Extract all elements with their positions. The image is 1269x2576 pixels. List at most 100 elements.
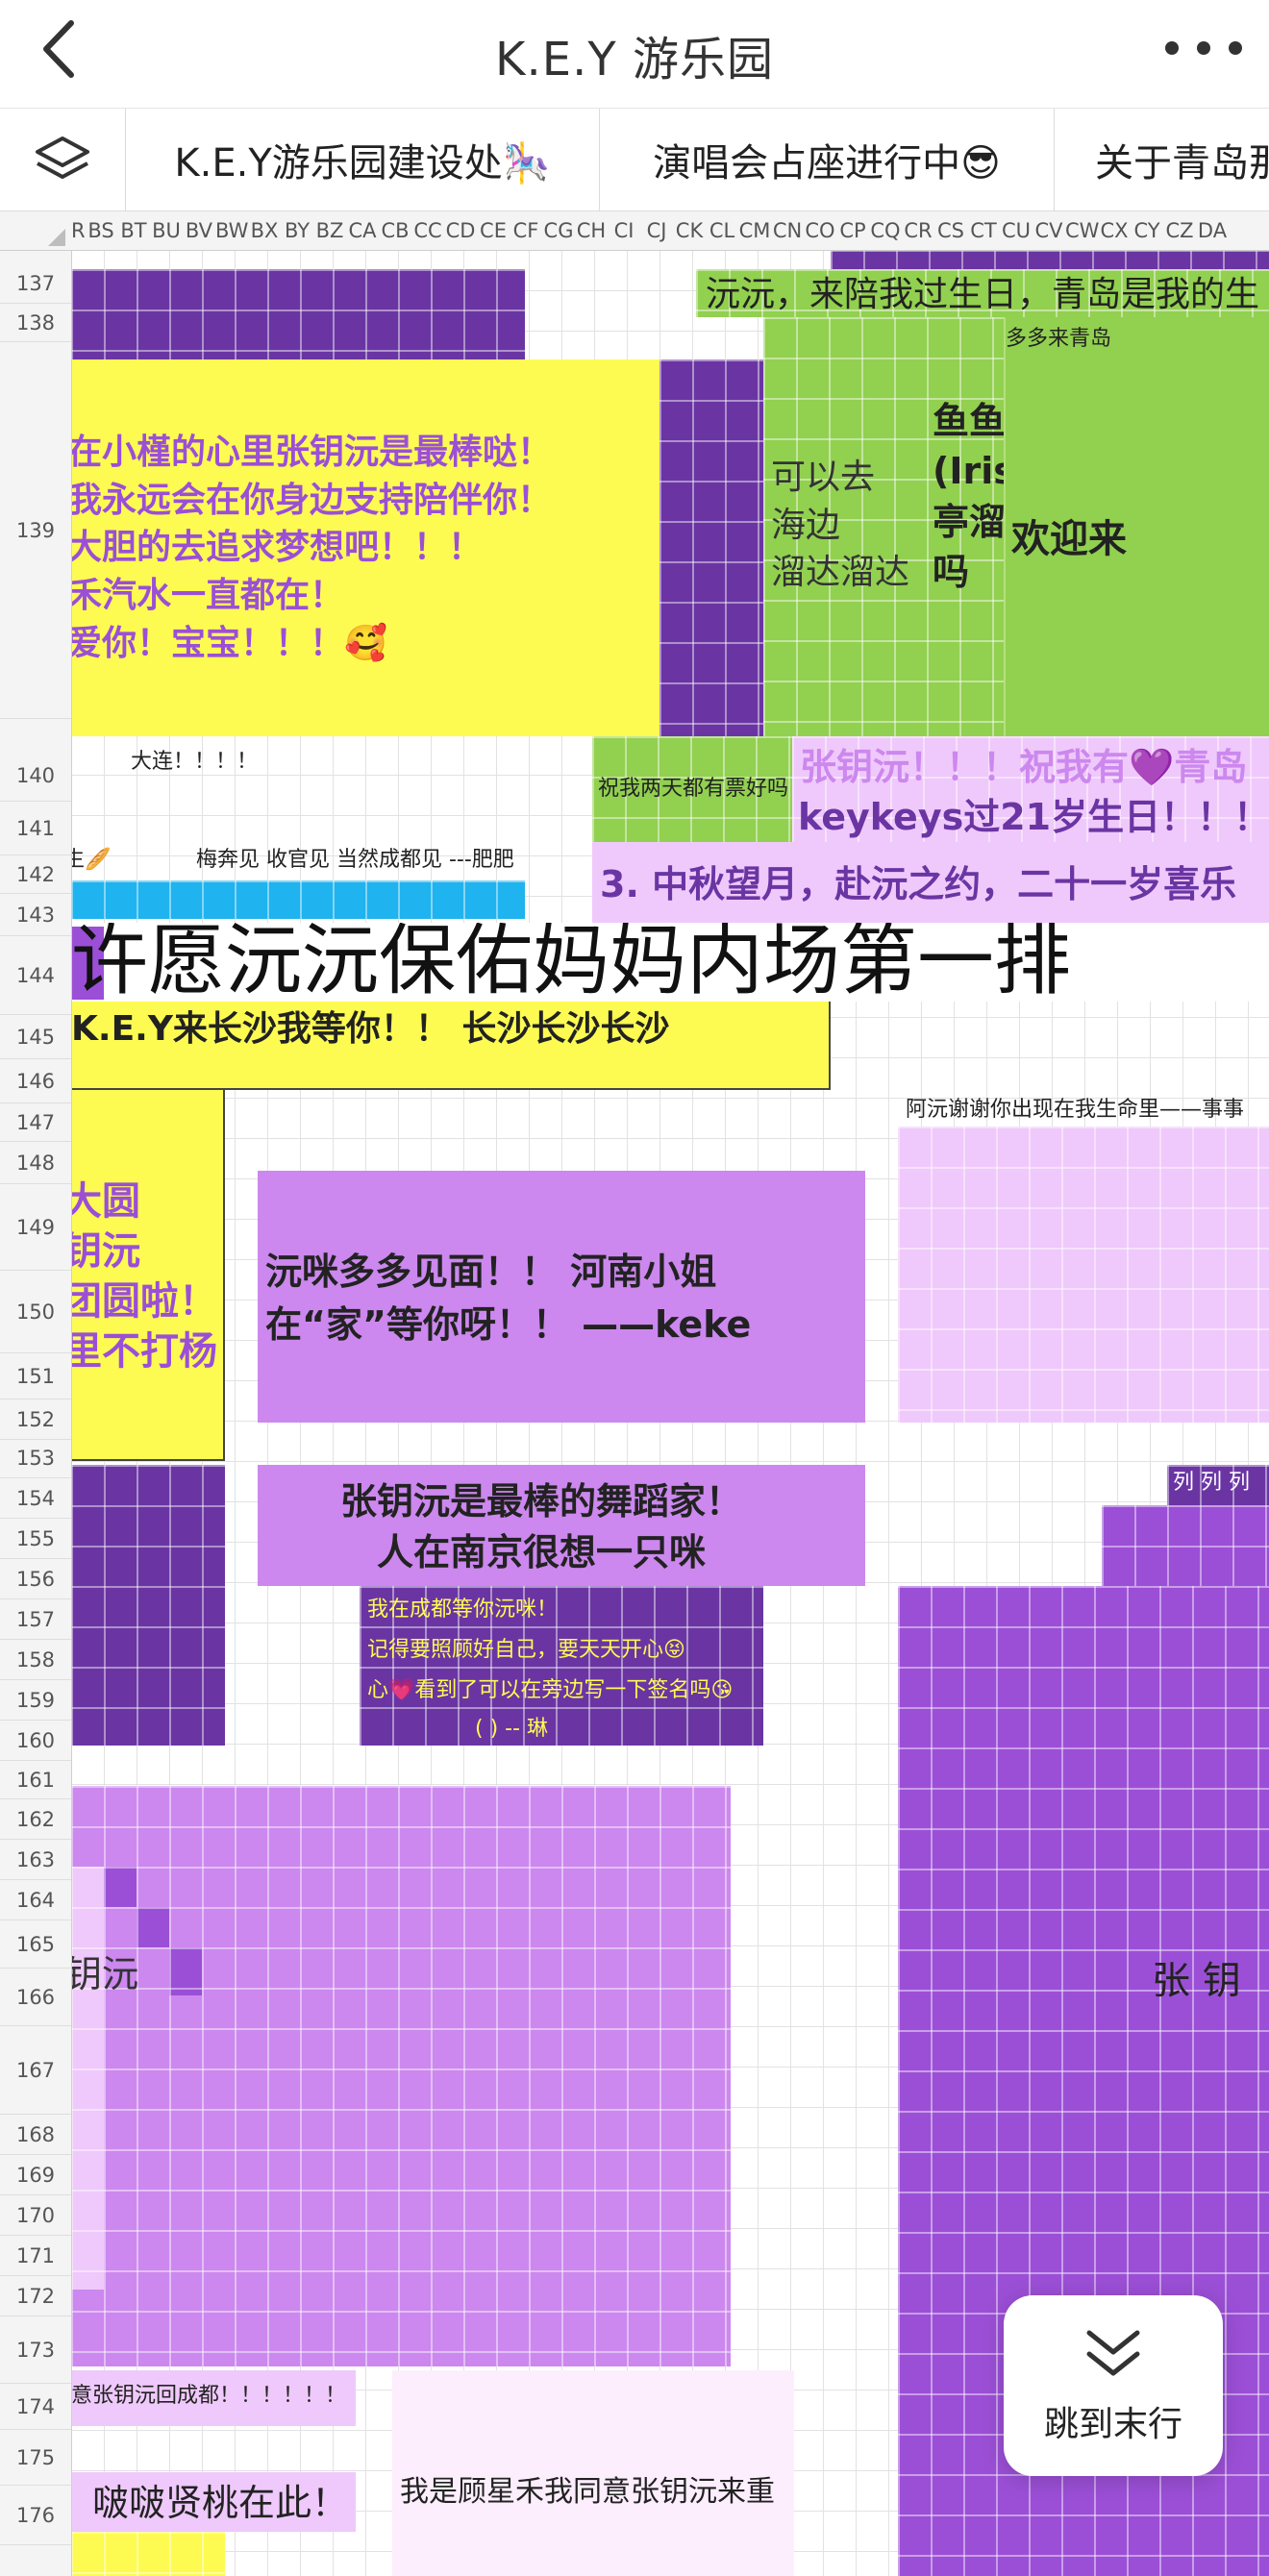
column-label[interactable]: DA — [1196, 211, 1229, 250]
column-label[interactable]: CT — [967, 211, 1000, 250]
column-label[interactable]: CF — [510, 211, 542, 250]
row-label[interactable]: 164 — [0, 1880, 71, 1920]
cell-block-blue[interactable] — [71, 880, 525, 919]
column-label[interactable]: CE — [477, 211, 510, 250]
cell-block-yellow[interactable]: 在小槿的心里张钥沅是最棒哒！ 我永远会在你身边支持陪伴你！ 大胆的去追求梦想吧！… — [71, 359, 659, 736]
row-label[interactable]: 161 — [0, 1761, 71, 1799]
more-options-icon[interactable] — [1165, 19, 1242, 77]
row-label[interactable]: 143 — [0, 894, 71, 936]
cell-block-purple[interactable]: 沅咪多多见面！！ 河南小姐 在“家”等你呀！！ ——keke — [258, 1171, 865, 1423]
cell-block-purple[interactable]: 钥沅 — [71, 1786, 731, 2366]
row-label[interactable]: 148 — [0, 1142, 71, 1184]
row-label[interactable]: 153 — [0, 1438, 71, 1478]
column-label[interactable]: CU — [1000, 211, 1033, 250]
row-label[interactable]: 144 — [0, 936, 71, 1015]
row-label[interactable]: 147 — [0, 1103, 71, 1142]
column-label[interactable]: BZ — [313, 211, 346, 250]
column-label[interactable]: CO — [804, 211, 836, 250]
row-label[interactable]: 138 — [0, 304, 71, 342]
row-label[interactable]: 141 — [0, 802, 71, 855]
cell-block-lilac[interactable]: 意张钥沅回成都！！！！！！ — [71, 2370, 356, 2426]
column-label[interactable]: CJ — [640, 211, 673, 250]
row-label[interactable]: 142 — [0, 855, 71, 894]
row-label[interactable]: 152 — [0, 1399, 71, 1440]
column-label[interactable]: BU — [150, 211, 183, 250]
column-label[interactable]: CA — [346, 211, 379, 250]
cell-block-purple[interactable] — [659, 359, 775, 736]
column-label[interactable]: CH — [575, 211, 608, 250]
column-label[interactable]: BX — [248, 211, 281, 250]
column-label[interactable]: CR — [902, 211, 934, 250]
column-label[interactable]: CL — [706, 211, 738, 250]
row-label[interactable]: 155 — [0, 1519, 71, 1559]
row-label[interactable]: 150 — [0, 1271, 71, 1353]
row-label[interactable]: 145 — [0, 1015, 71, 1059]
row-label[interactable]: 154 — [0, 1478, 71, 1519]
column-label[interactable]: CP — [836, 211, 869, 250]
column-label[interactable]: CV — [1033, 211, 1065, 250]
cell-block-yellow[interactable] — [71, 2532, 225, 2576]
row-label[interactable]: 171 — [0, 2236, 71, 2276]
cell-block-yellow[interactable]: K.E.Y来长沙我等你！！ 长沙长沙长沙 — [71, 1002, 831, 1090]
jump-to-last-row-button[interactable]: 跳到末行 — [1004, 2295, 1223, 2476]
cell-block-purple[interactable] — [137, 1907, 169, 1947]
row-label[interactable]: 139 — [0, 342, 71, 719]
column-label[interactable]: BT — [117, 211, 150, 250]
cell-block-purple[interactable] — [169, 1947, 202, 1995]
row-label[interactable]: 163 — [0, 1840, 71, 1880]
row-label[interactable]: 157 — [0, 1599, 71, 1640]
row-label[interactable]: 137 — [0, 263, 71, 304]
layers-icon[interactable] — [0, 109, 126, 211]
cell-block-pink[interactable]: 我是顾星禾我同意张钥沅来重 — [392, 2370, 794, 2576]
column-label[interactable]: CX — [1098, 211, 1131, 250]
cell-block-purple[interactable]: 我在成都等你沅咪！ 记得要照顾好自己，要天天开心😝 心💗看到了可以在旁边写一下签… — [360, 1586, 763, 1746]
select-all-corner[interactable] — [0, 211, 71, 250]
row-label[interactable]: 174 — [0, 2384, 71, 2430]
cell-block-purple[interactable] — [831, 250, 1269, 269]
column-label[interactable]: CD — [444, 211, 477, 250]
cell-block-green[interactable]: 沅沅，来陪我过生日，青岛是我的生 — [696, 269, 1269, 317]
column-label[interactable]: CW — [1065, 211, 1099, 250]
row-label[interactable]: 160 — [0, 1721, 71, 1761]
row-label[interactable]: 166 — [0, 1969, 71, 2026]
row-label[interactable]: 175 — [0, 2430, 71, 2486]
tab-key-playground[interactable]: K.E.Y游乐园建设处🎠 — [126, 109, 600, 211]
cell-block-lilac[interactable] — [898, 1127, 1269, 1423]
cell-block-green[interactable]: 多多来青岛 欢迎来 — [1004, 317, 1269, 736]
tab-concert-seats[interactable]: 演唱会占座进行中😎 — [600, 109, 1055, 211]
column-label[interactable]: BV — [183, 211, 215, 250]
column-label[interactable]: CQ — [869, 211, 902, 250]
cell-block-purple[interactable] — [71, 269, 525, 359]
row-label[interactable]: 156 — [0, 1559, 71, 1599]
cell-block-lilac[interactable]: 3. 中秋望月，赴沅之约，二十一岁喜乐 — [592, 842, 1269, 923]
column-label[interactable]: CY — [1131, 211, 1163, 250]
row-label[interactable]: 140 — [0, 750, 71, 802]
cell-block-purple[interactable]: 列 列 列 — [1167, 1465, 1269, 1505]
row-label[interactable]: 173 — [0, 2316, 71, 2384]
column-label[interactable]: CB — [379, 211, 411, 250]
column-label[interactable]: CS — [934, 211, 967, 250]
column-label[interactable]: CM — [738, 211, 771, 250]
column-label[interactable]: CK — [673, 211, 706, 250]
column-label[interactable]: BY — [281, 211, 313, 250]
cell-block-white[interactable]: 许愿沅沅保佑妈妈内场第一排 — [71, 923, 1269, 1002]
row-label[interactable]: 151 — [0, 1353, 71, 1399]
cell-block-green[interactable]: 祝我两天都有票好吗 — [592, 736, 792, 842]
column-label[interactable]: CN — [771, 211, 804, 250]
column-label[interactable]: BS — [85, 211, 117, 250]
row-label[interactable]: 172 — [0, 2276, 71, 2316]
column-label[interactable]: CZ — [1163, 211, 1196, 250]
row-label[interactable]: 165 — [0, 1920, 71, 1969]
cell-block-purple[interactable] — [71, 1465, 225, 1746]
row-label[interactable]: 146 — [0, 1059, 71, 1103]
row-label[interactable]: 159 — [0, 1680, 71, 1721]
cell-block-purple[interactable] — [104, 1867, 137, 1907]
column-label[interactable]: CG — [542, 211, 575, 250]
row-label[interactable]: 170 — [0, 2195, 71, 2236]
cell-block-lilac[interactable] — [71, 1867, 104, 2290]
row-label[interactable]: 158 — [0, 1640, 71, 1680]
column-label[interactable]: CC — [411, 211, 444, 250]
row-label[interactable]: 168 — [0, 2115, 71, 2155]
cell-block-lilac[interactable]: 啵啵贤桃在此！ — [71, 2472, 356, 2532]
cell-block-purple[interactable]: 张钥沅是最棒的舞蹈家！ 人在南京很想一只咪 — [258, 1465, 865, 1586]
